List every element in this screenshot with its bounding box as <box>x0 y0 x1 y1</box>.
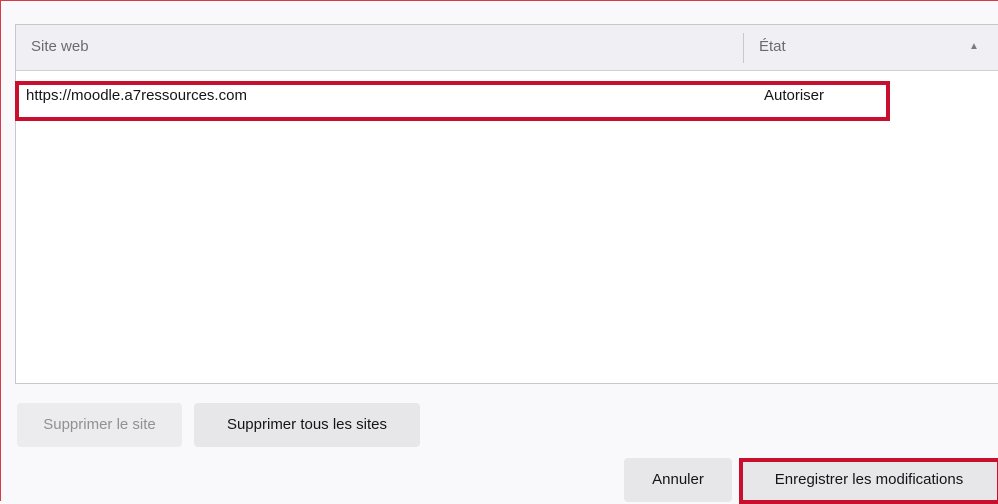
column-header-site[interactable]: Site web <box>31 38 89 55</box>
save-changes-button[interactable]: Enregistrer les modifications <box>740 458 998 502</box>
column-divider[interactable] <box>743 33 744 63</box>
site-list: Site web État ▲ https://moodle.a7ressour… <box>15 24 998 384</box>
site-state: Autoriser <box>764 87 825 104</box>
remove-site-button[interactable]: Supprimer le site <box>17 403 182 447</box>
table-row[interactable]: https://moodle.a7ressources.com Autorise… <box>16 83 998 108</box>
remove-all-sites-button[interactable]: Supprimer tous les sites <box>194 403 420 447</box>
cancel-button[interactable]: Annuler <box>624 458 732 502</box>
site-url: https://moodle.a7ressources.com <box>26 87 247 104</box>
sort-ascending-icon[interactable]: ▲ <box>969 41 979 52</box>
list-header: Site web État ▲ <box>16 25 998 71</box>
column-header-state[interactable]: État <box>759 38 786 55</box>
